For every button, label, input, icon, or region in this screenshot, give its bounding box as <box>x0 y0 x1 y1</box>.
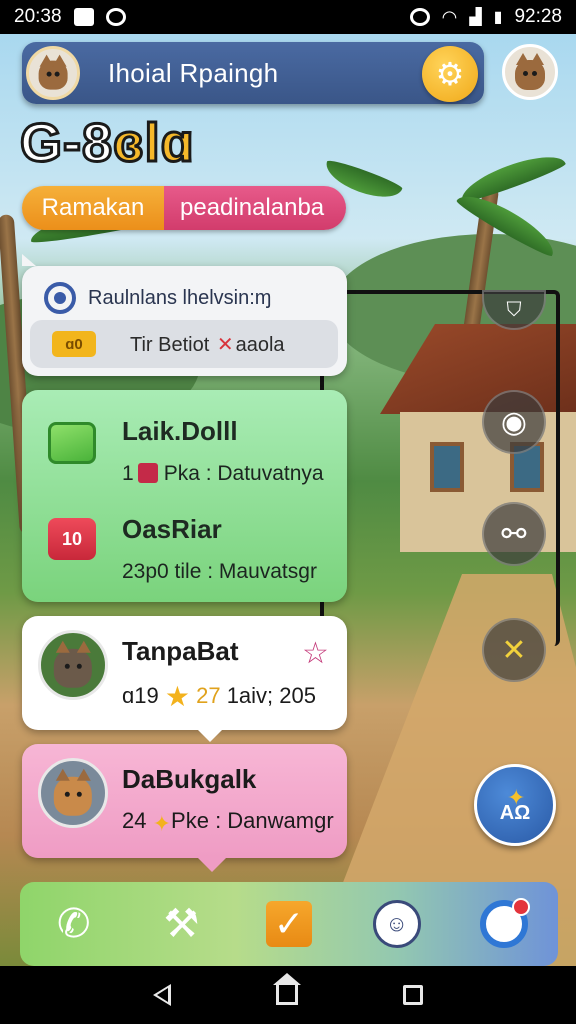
item-title: OasRiar <box>122 514 222 544</box>
tools-button[interactable]: ✕ <box>482 618 546 682</box>
profile-meta-number: 27 <box>196 683 221 708</box>
phone-icon: ✆ <box>57 902 91 946</box>
tab-peadinalanba[interactable]: peadinalanba <box>164 186 346 230</box>
sparkle-icon: ✦ <box>507 785 526 810</box>
item-sub-prefix: 1 <box>122 462 134 485</box>
item-subtitle: 23p0 tile : Mauvatsgr <box>122 560 317 583</box>
suitcase-icon: 10 <box>48 518 96 560</box>
recent-apps-icon[interactable] <box>403 985 424 1005</box>
dock-tools[interactable]: ⚒ <box>150 893 212 955</box>
star-icon: ★ <box>164 681 190 712</box>
cat-icon <box>53 768 93 816</box>
back-icon[interactable] <box>152 984 171 1006</box>
close-icon[interactable]: ✕ <box>217 334 234 356</box>
profile-meta-prefix: ɑ19 <box>122 683 159 708</box>
bottom-dock: ✆ ⚒ ✓ ☺ <box>20 882 558 966</box>
message-icon <box>73 8 94 26</box>
user-avatar[interactable] <box>26 46 80 100</box>
network-icon: ⚯ <box>501 517 527 551</box>
app-header: Ihoial Rpaingh ⚙ <box>22 42 484 104</box>
status-bar: 20:38 ◠ ▟ ▮ 92:28 <box>0 0 576 34</box>
tab-bar: Ramakan peadinalanba <box>22 186 346 230</box>
game-title-accent: ɞlɑ <box>112 112 196 175</box>
list-item[interactable]: Laik.Dolll 1 Pka : Datuvatnya <box>22 398 347 498</box>
action-fab[interactable]: ✦ AΩ <box>474 764 556 846</box>
profile-meta: ɑ19 ★ 27 1aiv; 205 <box>122 680 316 713</box>
dock-camera[interactable] <box>473 893 535 955</box>
box-icon <box>48 422 96 464</box>
target-icon <box>44 282 76 314</box>
suitcase-label: 10 <box>61 528 83 549</box>
profile-avatar <box>38 758 108 828</box>
favorite-star-icon[interactable]: ☆ <box>302 636 329 671</box>
status-clock: 92:28 <box>514 6 562 27</box>
profile-avatar-button[interactable] <box>502 44 558 100</box>
filter-text: Tir Betiot ✕ aaola <box>130 332 285 357</box>
search-text[interactable]: Raulnlans lhelvsin:ɱ <box>88 287 271 310</box>
filter-tag: ɑ0 <box>52 331 96 357</box>
camera-icon: ◉ <box>500 405 528 439</box>
profile-meta-suffix: 1aiv; 205 <box>226 683 316 708</box>
dock-assistant[interactable]: ☺ <box>366 893 428 955</box>
navigation-bar <box>0 966 576 1024</box>
sparkle-icon: ✦ <box>152 811 172 836</box>
alarm-icon <box>409 8 430 26</box>
settings-button[interactable]: ⚙ <box>422 46 478 102</box>
robot-icon: ☺ <box>372 900 421 948</box>
profile-meta: 24 ✦Pke : Danwamgr <box>122 808 334 837</box>
checkbox-icon: ✓ <box>265 901 312 947</box>
profile-name: TanpaBat <box>122 636 239 666</box>
cat-icon <box>38 54 68 90</box>
crossed-tools-icon: ✕ <box>501 633 527 667</box>
profile-meta-prefix: 24 <box>122 808 147 833</box>
profile-card[interactable]: DaBukgalk 24 ✦Pke : Danwamgr <box>22 744 347 872</box>
gear-icon: ⚙ <box>435 56 465 92</box>
profile-meta-suffix: Pke : Danwamgr <box>171 808 334 833</box>
item-title: Laik.Dolll <box>122 416 238 446</box>
profile-name: DaBukgalk <box>122 764 257 794</box>
item-subtitle: 1 Pka : Datuvatnya <box>122 462 324 486</box>
tab-ramakan[interactable]: Ramakan <box>22 186 164 230</box>
filter-text-before: Tir Betiot <box>130 333 210 356</box>
cat-icon <box>515 52 545 90</box>
shield-icon: ⛉ <box>506 298 522 321</box>
app-notification-icon <box>105 8 126 26</box>
game-title: G-8ɞlɑ <box>18 112 196 175</box>
items-card: Laik.Dolll 1 Pka : Datuvatnya 10 OasRiar … <box>22 390 347 602</box>
house <box>380 324 576 554</box>
profile-avatar <box>38 630 108 700</box>
signal-icon: ▟ <box>469 9 482 26</box>
game-title-main: G-8 <box>18 112 114 175</box>
search-card: Raulnlans lhelvsin:ɱ ɑ0 Tir Betiot ✕ aaol… <box>22 254 347 376</box>
dock-tasks[interactable]: ✓ <box>258 893 320 955</box>
battery-icon: ▮ <box>493 9 503 26</box>
tag-icon <box>137 463 158 483</box>
header-title: Ihoial Rpaingh <box>108 58 279 88</box>
camera-button[interactable]: ◉ <box>482 390 546 454</box>
network-button[interactable]: ⚯ <box>482 502 546 566</box>
cat-icon <box>53 640 93 688</box>
filter-text-after: aaola <box>235 333 285 356</box>
filter-pill[interactable]: ɑ0 Tir Betiot ✕ aaola <box>30 320 338 368</box>
item-sub-suffix: Pka : Datuvatnya <box>163 462 324 485</box>
wifi-icon: ◠ <box>441 6 458 27</box>
profile-card[interactable]: TanpaBat ☆ ɑ19 ★ 27 1aiv; 205 <box>22 616 347 742</box>
camera-icon <box>480 898 531 948</box>
list-item[interactable]: 10 OasRiar 23p0 tile : Mauvatsgr <box>22 500 347 600</box>
wrench-icon: ⚒ <box>163 902 200 946</box>
status-time: 20:38 <box>14 6 62 27</box>
dock-phone[interactable]: ✆ <box>43 893 105 955</box>
home-icon[interactable] <box>272 973 301 1005</box>
